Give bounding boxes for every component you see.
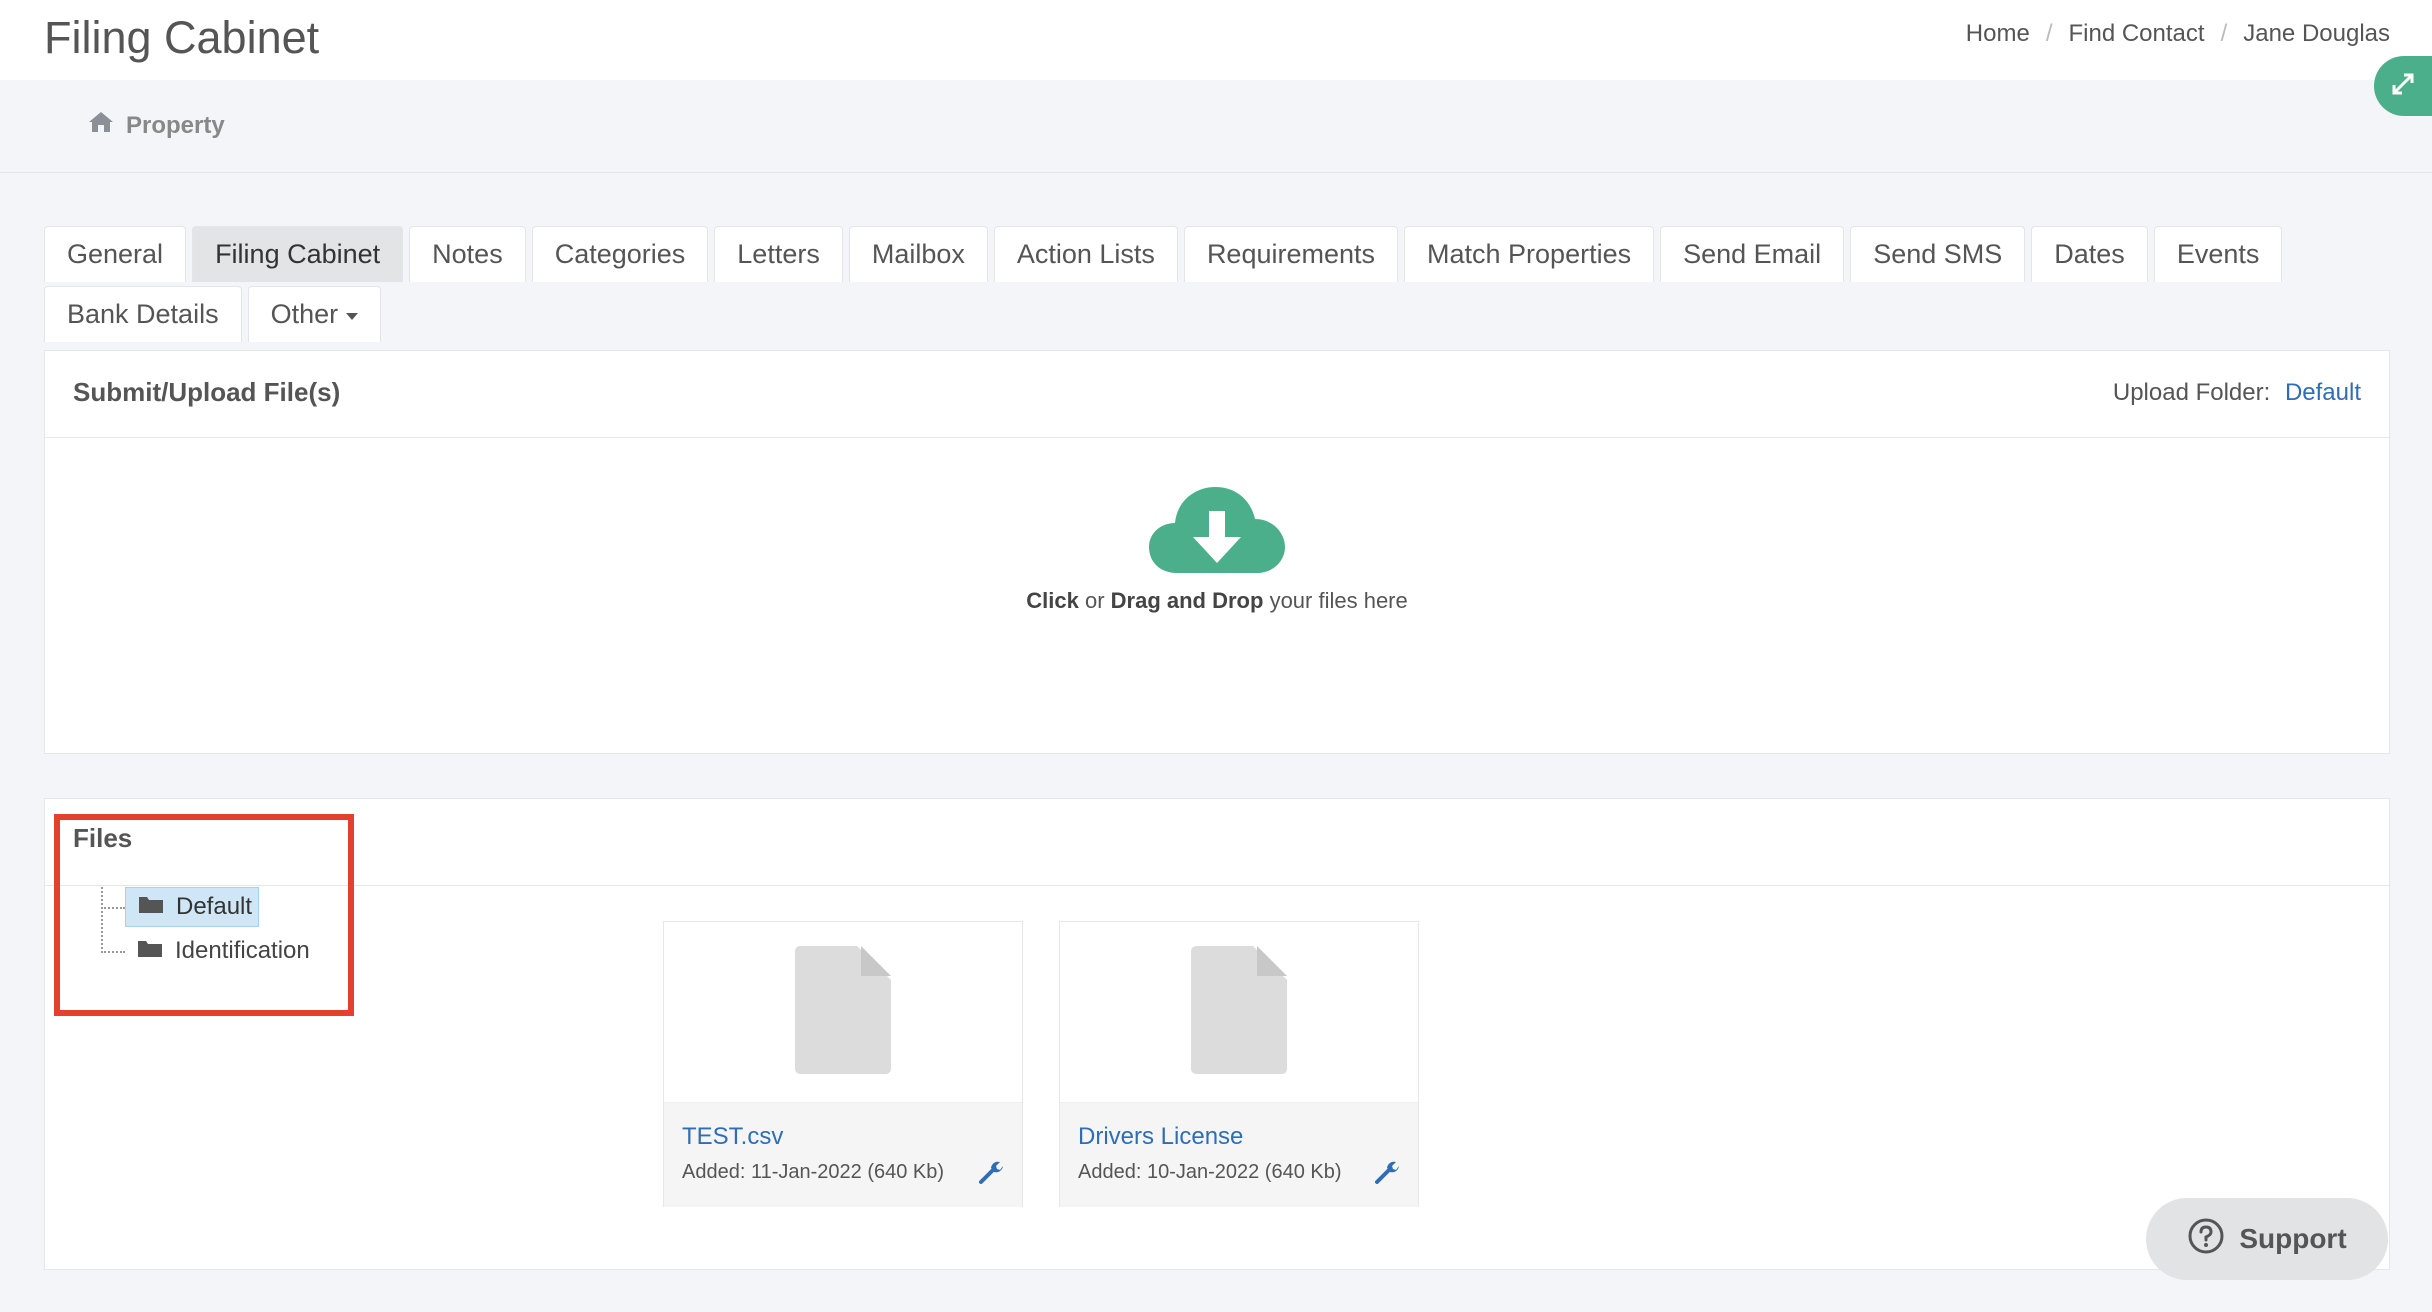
drop-click-text: Click [1026, 588, 1079, 613]
drop-drag-text: Drag and Drop [1110, 588, 1264, 613]
tab-mailbox[interactable]: Mailbox [848, 226, 988, 282]
tab-filing-cabinet[interactable]: Filing Cabinet [192, 226, 404, 282]
file-name-link[interactable]: Drivers License [1078, 1123, 1243, 1151]
property-link[interactable]: Property [88, 110, 225, 141]
files-divider [45, 885, 2389, 886]
tab-general[interactable]: General [44, 226, 187, 282]
tab-notes[interactable]: Notes [409, 226, 526, 282]
help-circle-icon [2187, 1217, 2225, 1262]
tab-send-email[interactable]: Send Email [1660, 226, 1845, 282]
page-header: Filing Cabinet Home / Find Contact / Jan… [0, 0, 2432, 80]
tab-events[interactable]: Events [2153, 226, 2283, 282]
file-name-link[interactable]: TEST.csv [682, 1123, 783, 1151]
tab-match-properties[interactable]: Match Properties [1404, 226, 1655, 282]
file-thumbnail [1060, 922, 1418, 1103]
upload-panel: Submit/Upload File(s) Upload Folder: Def… [44, 350, 2390, 754]
sub-navigation-bar: Property [0, 80, 2432, 173]
file-card[interactable]: TEST.csv Added: 11-Jan-2022 (640 Kb) [663, 921, 1023, 1207]
upload-folder: Upload Folder: Default [2113, 379, 2361, 407]
file-meta: Drivers License Added: 10-Jan-2022 (640 … [1060, 1103, 1418, 1207]
tab-action-lists[interactable]: Action Lists [993, 226, 1178, 282]
tab-other-label: Other [270, 299, 339, 329]
tab-send-sms[interactable]: Send SMS [1850, 226, 2026, 282]
tab-letters[interactable]: Letters [714, 226, 843, 282]
support-button[interactable]: Support [2146, 1198, 2388, 1280]
wrench-icon[interactable] [1374, 1159, 1400, 1190]
tab-categories[interactable]: Categories [531, 226, 709, 282]
tab-row-1: General Filing Cabinet Notes Categories … [44, 226, 2344, 282]
support-label: Support [2239, 1223, 2347, 1254]
file-added-date: Added: 10-Jan-2022 (640 Kb) [1078, 1161, 1342, 1183]
upload-folder-label: Upload Folder: [2112, 379, 2271, 406]
file-dropzone[interactable]: Click or Drag and Drop your files here [45, 437, 2389, 753]
tab-other-dropdown[interactable]: Other [247, 286, 382, 342]
drop-or-text: or [1084, 588, 1105, 613]
upload-panel-title: Submit/Upload File(s) [73, 377, 341, 407]
file-thumbnail [664, 922, 1022, 1103]
dropzone-instructions: Click or Drag and Drop your files here [1026, 588, 1408, 614]
property-label: Property [126, 111, 225, 139]
tab-requirements[interactable]: Requirements [1183, 226, 1399, 282]
document-icon [1191, 945, 1287, 1079]
wrench-icon[interactable] [978, 1159, 1004, 1190]
upload-panel-header: Submit/Upload File(s) Upload Folder: Def… [45, 351, 2389, 438]
breadcrumb: Home / Find Contact / Jane Douglas [1966, 20, 2390, 48]
breadcrumb-find-contact[interactable]: Find Contact [2068, 20, 2204, 48]
file-meta: TEST.csv Added: 11-Jan-2022 (640 Kb) [664, 1103, 1022, 1207]
files-panel: Files Default Identification TEST.csv Ad… [44, 798, 2390, 1270]
file-card[interactable]: Drivers License Added: 10-Jan-2022 (640 … [1059, 921, 1419, 1207]
document-icon [795, 945, 891, 1079]
cloud-download-icon [1147, 481, 1287, 582]
highlight-annotation-box [54, 814, 354, 1016]
breadcrumb-separator: / [2045, 20, 2053, 47]
tab-bank-details[interactable]: Bank Details [44, 286, 242, 342]
tab-row-2: Bank Details Other [44, 286, 2344, 342]
breadcrumb-home[interactable]: Home [1966, 20, 2030, 48]
drop-rest-text: your files here [1269, 588, 1408, 613]
upload-folder-link[interactable]: Default [2285, 379, 2361, 406]
breadcrumb-contact-name[interactable]: Jane Douglas [2243, 20, 2390, 48]
breadcrumb-separator: / [2220, 20, 2228, 47]
home-icon [88, 110, 114, 141]
caret-down-icon [346, 313, 359, 320]
file-added-date: Added: 11-Jan-2022 (640 Kb) [682, 1161, 945, 1183]
page-title: Filing Cabinet [44, 12, 320, 63]
tab-dates[interactable]: Dates [2031, 226, 2148, 282]
contact-tabs: General Filing Cabinet Notes Categories … [44, 226, 2344, 346]
